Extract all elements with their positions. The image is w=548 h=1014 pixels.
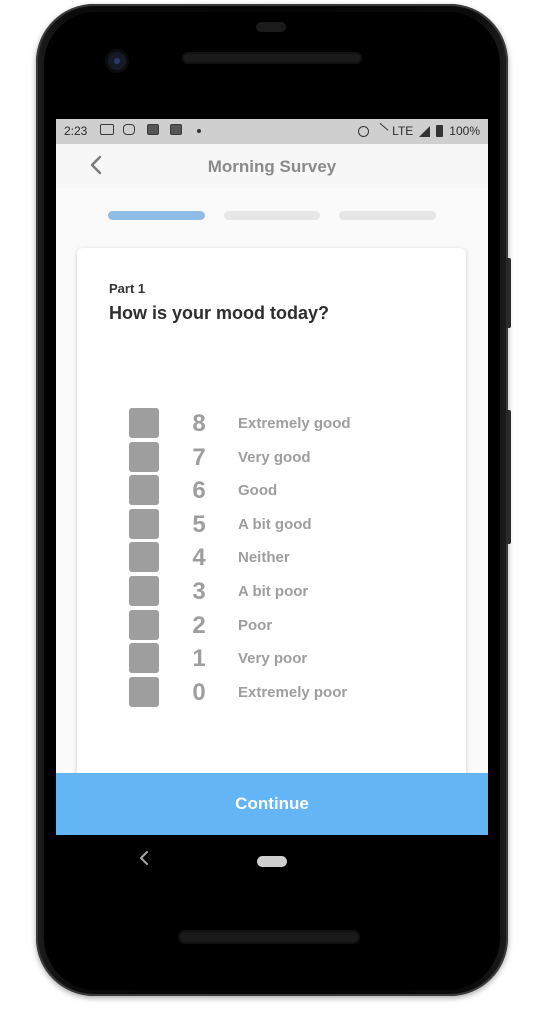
nav-back-icon [140, 851, 148, 865]
continue-button[interactable]: Continue [56, 773, 488, 835]
option-value: 8 [192, 410, 206, 437]
mood-option-7[interactable]: 7 Very good [129, 441, 429, 474]
status-right: LTE 100% [358, 122, 480, 140]
option-checkbox[interactable] [129, 643, 159, 674]
keyboard-icon [100, 124, 114, 135]
progress-step-2 [224, 211, 320, 220]
battery-icon [436, 125, 444, 137]
status-bar: 2:23 LTE 100% [56, 119, 488, 144]
mute-icon [372, 122, 389, 140]
option-checkbox[interactable] [129, 609, 159, 640]
question-text: How is your mood today? [109, 303, 330, 323]
option-label: Very good [238, 448, 311, 466]
network-label: LTE [392, 124, 414, 138]
progress-step-3 [339, 211, 436, 220]
option-value: 3 [192, 578, 206, 605]
option-checkbox[interactable] [129, 508, 159, 539]
option-checkbox[interactable] [129, 676, 159, 707]
alarm-icon [358, 125, 370, 137]
page-title: Morning Survey [207, 157, 337, 176]
app-icon [147, 124, 159, 135]
nav-back-button[interactable] [138, 850, 150, 871]
option-label: Poor [238, 616, 273, 634]
mood-option-2[interactable]: 2 Poor [129, 609, 429, 642]
option-value: 1 [192, 645, 206, 673]
app-screen: 2:23 LTE 100% Morning Survey Part 1 How … [56, 119, 488, 835]
front-camera-icon [108, 52, 126, 70]
option-value: 7 [192, 443, 206, 471]
option-value: 2 [192, 611, 206, 639]
option-label: Very poor [238, 650, 308, 668]
question-card: Part 1 How is your mood today? 8 Extreme… [77, 248, 466, 835]
signal-icon [419, 125, 431, 137]
nav-home-button[interactable] [257, 856, 287, 867]
instagram-icon [123, 124, 135, 135]
app-bar: Morning Survey [56, 144, 488, 188]
mood-option-4[interactable]: 4 Neither [129, 542, 429, 574]
option-label: Good [238, 482, 278, 500]
bottom-speaker [180, 932, 358, 942]
dot-icon [197, 129, 201, 133]
option-value: 4 [192, 544, 206, 572]
top-speaker [184, 54, 360, 62]
mood-option-6[interactable]: 6 Good [129, 475, 429, 507]
option-checkbox[interactable] [129, 441, 159, 472]
option-label: Extremely good [238, 415, 351, 432]
option-label: A bit good [238, 515, 312, 533]
option-checkbox[interactable] [129, 576, 159, 606]
progress-step-1 [108, 211, 205, 220]
option-checkbox[interactable] [129, 475, 159, 506]
option-label: Extremely poor [238, 683, 348, 701]
option-checkbox[interactable] [129, 542, 159, 573]
option-label: A bit poor [238, 583, 309, 600]
mood-option-3[interactable]: 3 A bit poor [129, 576, 429, 608]
status-time: 2:23 [64, 124, 88, 138]
power-button [506, 258, 511, 328]
app-icon-2 [170, 124, 182, 135]
option-value: 6 [192, 477, 206, 505]
mood-option-8[interactable]: 8 Extremely good [129, 408, 429, 440]
option-checkbox[interactable] [129, 408, 159, 438]
earpiece-notch [256, 22, 286, 32]
mood-option-0[interactable]: 0 Extremely poor [129, 676, 429, 709]
mood-option-5[interactable]: 5 A bit good [129, 508, 429, 541]
option-label: Neither [238, 549, 290, 567]
mood-option-1[interactable]: 1 Very poor [129, 643, 429, 675]
option-value: 0 [192, 678, 206, 706]
battery-percent: 100% [449, 124, 480, 138]
volume-button [506, 410, 511, 544]
option-value: 5 [192, 510, 206, 538]
part-label: Part 1 [109, 281, 146, 296]
